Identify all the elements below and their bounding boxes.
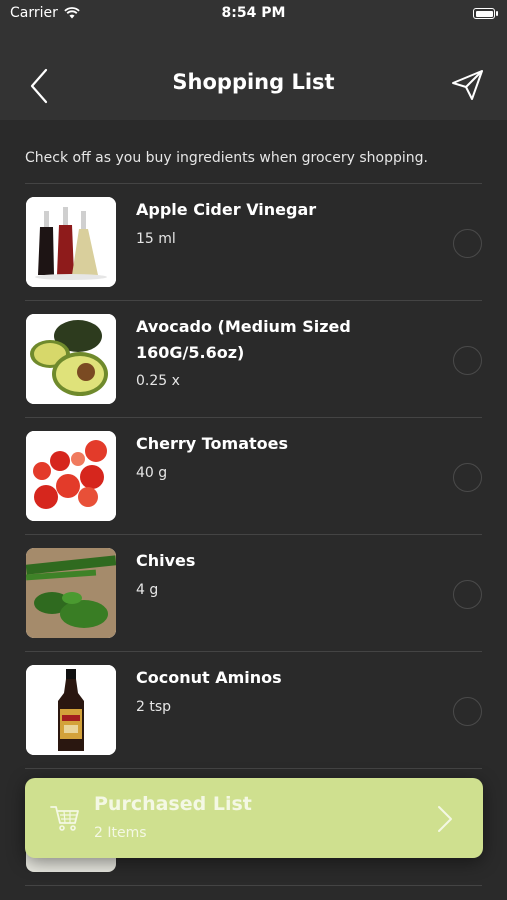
chevron-right-icon: [438, 806, 452, 832]
item-quantity: 15 ml: [136, 231, 176, 247]
page-title: Shopping List: [172, 70, 335, 94]
list-item[interactable]: Apple Cider Vinegar 15 ml: [0, 183, 507, 300]
checkbox[interactable]: [453, 697, 482, 726]
nav-bar: Shopping List: [0, 30, 507, 120]
item-name: Cherry Tomatoes: [136, 434, 289, 453]
item-quantity: 4 g: [136, 582, 159, 598]
item-name: Apple Cider Vinegar: [136, 200, 317, 219]
vinegar-bottles-image: [26, 197, 116, 287]
coconut-aminos-bottle-image: [26, 665, 116, 755]
checkbox[interactable]: [453, 463, 482, 492]
chives-image: [26, 548, 116, 638]
item-name: Avocado (Medium Sized 160G/5.6oz): [136, 317, 351, 362]
checkbox[interactable]: [453, 229, 482, 258]
status-bar: Carrier 8:54 PM: [0, 0, 507, 30]
clock: 8:54 PM: [221, 5, 286, 21]
list-item[interactable]: Coconut Aminos 2 tsp: [0, 651, 507, 768]
item-name: Chives: [136, 551, 196, 570]
item-quantity: 0.25 x: [136, 373, 180, 389]
divider: [25, 885, 482, 886]
checkbox[interactable]: [453, 346, 482, 375]
battery-icon: [473, 8, 498, 19]
purchased-list-title: Purchased List: [94, 793, 252, 815]
item-quantity: 2 tsp: [136, 699, 172, 715]
purchased-count: 2 Items: [94, 825, 147, 841]
avocado-image: [26, 314, 116, 404]
item-name: Coconut Aminos: [136, 668, 282, 687]
checkbox[interactable]: [453, 580, 482, 609]
list-item[interactable]: Avocado (Medium Sized 160G/5.6oz) 0.25 x: [0, 300, 507, 417]
cherry-tomatoes-image: [26, 431, 116, 521]
paper-plane-icon[interactable]: [451, 68, 485, 102]
shopping-cart-icon: [50, 806, 79, 831]
list-item[interactable]: Cherry Tomatoes 40 g: [0, 417, 507, 534]
purchased-list-button[interactable]: Purchased List 2 Items: [25, 778, 483, 858]
intro-text: Check off as you buy ingredients when gr…: [25, 150, 428, 166]
item-quantity: 40 g: [136, 465, 168, 481]
list-item[interactable]: Chives 4 g: [0, 534, 507, 651]
